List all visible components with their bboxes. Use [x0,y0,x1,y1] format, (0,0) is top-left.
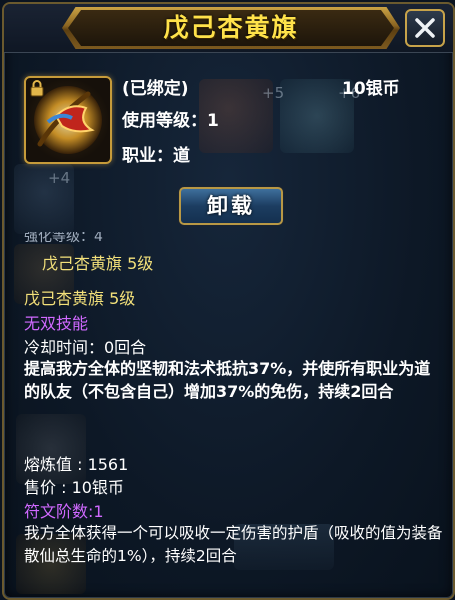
close-icon [415,18,435,38]
skill-description: 提高我方全体的坚韧和法术抵抗37%，并使所有职业为道的队友（不包含自己）增加37… [24,359,431,401]
rune-level: 符文阶数:1 [24,502,104,521]
bind-status: (已绑定) [122,79,189,99]
item-name-level-header: 戊己杏黄旗 5级 [42,254,154,273]
title-bar: 戊己杏黄旗 [4,4,453,53]
skill-type: 无双技能 [24,314,89,333]
background-enhance-badge: +5 [262,84,285,102]
background-enhance-badge: +4 [48,169,71,187]
cooldown: 冷却时间：0回合 [24,338,147,357]
item-title: 戊己杏黄旗 [163,13,299,42]
level-requirement: 使用等级：1 [122,111,219,131]
item-name-level: 戊己杏黄旗 5级 [24,289,136,308]
class-requirement: 职业：道 [122,146,190,166]
unequip-button[interactable]: 卸载 [179,187,283,225]
smelt-value: 熔炼值 : 1561 [24,455,129,474]
item-tooltip-panel: +5 +6 +4 戊己杏黄旗 (已绑定) 10银币 使用等级：1 职业：道 卸载… [2,2,455,600]
rune-description: 我方全体获得一个可以吸收一定伤害的护盾（吸收的值为装备散仙总生命的1%），持续2… [24,524,443,565]
sell-price: 售价 : 10银币 [24,478,124,497]
lock-icon [30,80,44,97]
close-button[interactable] [405,9,445,47]
item-price: 10银币 [342,79,400,99]
